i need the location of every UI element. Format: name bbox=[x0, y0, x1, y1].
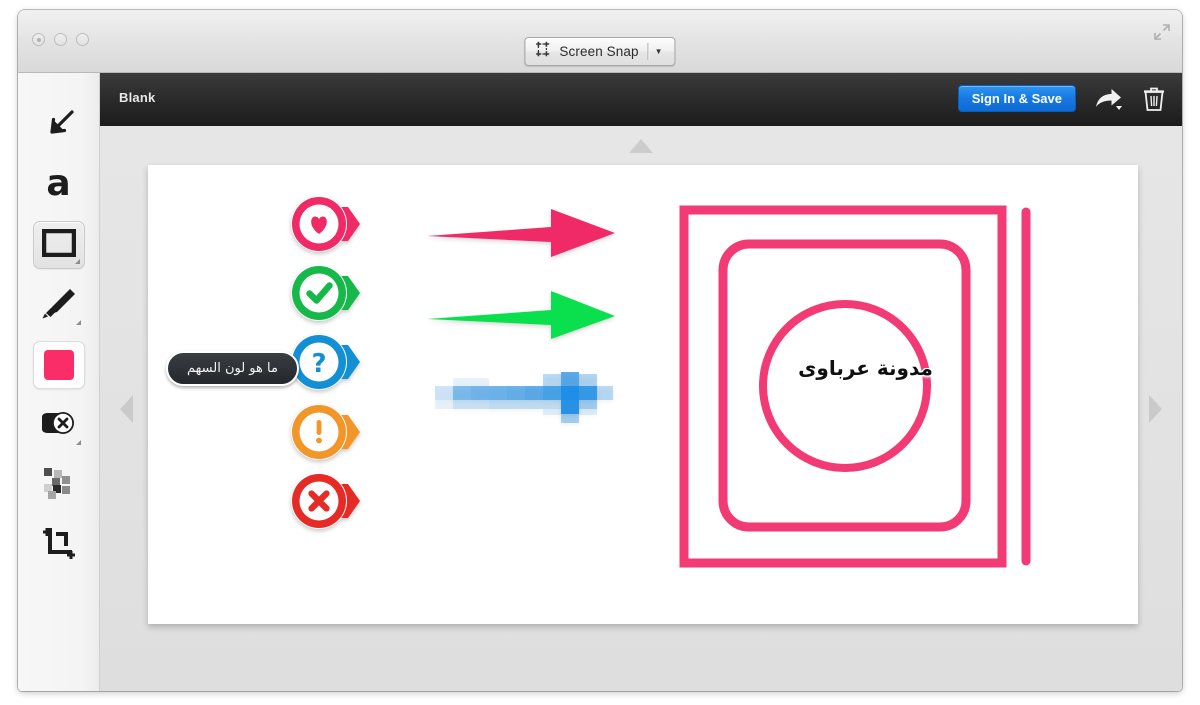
close-button[interactable] bbox=[32, 33, 45, 46]
sticker-error[interactable] bbox=[288, 470, 374, 532]
window-body: a Blank Sign In & Save ? ما هو لون السهم… bbox=[18, 73, 1182, 691]
arrow-cursor-icon bbox=[39, 103, 79, 148]
crop-tool[interactable] bbox=[33, 521, 85, 569]
trash-button[interactable] bbox=[1143, 86, 1165, 112]
minimize-button[interactable] bbox=[54, 33, 67, 46]
fullscreen-icon[interactable] bbox=[1153, 23, 1171, 41]
tool-options-indicator[interactable] bbox=[75, 320, 81, 325]
shape-arabic-label: مدونة عرباوى bbox=[798, 356, 933, 380]
sticker-question[interactable]: ? bbox=[288, 331, 374, 393]
arrow-color-tooltip[interactable]: ما هو لون السهم bbox=[166, 351, 299, 386]
mosaic-pixelate-icon bbox=[40, 464, 78, 507]
drawn-shape-group[interactable]: مدونة عرباوى bbox=[678, 204, 1053, 569]
sign-in-save-label: Sign In & Save bbox=[971, 91, 1062, 106]
chevron-down-icon[interactable]: ▼ bbox=[649, 47, 669, 56]
annotation-arrow-green[interactable] bbox=[425, 283, 617, 343]
zoom-button[interactable] bbox=[76, 33, 89, 46]
arrow-color-tooltip-text: ما هو لون السهم bbox=[187, 361, 278, 376]
window-titlebar: Screen Snap ▼ bbox=[18, 10, 1182, 73]
svg-text:?: ? bbox=[311, 349, 326, 379]
annotation-arrow-pink[interactable] bbox=[425, 203, 617, 263]
sticker-badge-icon bbox=[38, 408, 80, 443]
rectangle-shape-icon bbox=[41, 228, 76, 262]
shape-tool[interactable] bbox=[32, 221, 85, 269]
text-tool[interactable]: a bbox=[33, 161, 85, 209]
tool-options-indicator[interactable] bbox=[75, 440, 81, 445]
screen-snap-button[interactable]: Screen Snap ▼ bbox=[524, 37, 676, 66]
tool-options-indicator[interactable] bbox=[74, 259, 80, 264]
document-title: Blank bbox=[119, 90, 156, 105]
tool-rail: a bbox=[18, 73, 100, 691]
current-color-swatch[interactable] bbox=[43, 350, 74, 380]
editor-header: Blank Sign In & Save bbox=[100, 73, 1182, 126]
application-window: Screen Snap ▼ a Blank Sign In & Save ? م… bbox=[18, 10, 1182, 691]
nav-right-arrow[interactable] bbox=[1149, 395, 1162, 423]
crop-frame-icon bbox=[535, 41, 551, 62]
artboard[interactable]: ? ما هو لون السهم مدونة عرباوى bbox=[148, 165, 1138, 624]
text-tool-label: a bbox=[46, 162, 71, 204]
desktop-background: Screen Snap ▼ a Blank Sign In & Save ? م… bbox=[0, 0, 1200, 705]
crop-plus-icon bbox=[40, 524, 78, 567]
sticker-check[interactable] bbox=[288, 262, 374, 324]
marker-tool[interactable] bbox=[33, 281, 85, 329]
sticker-tool[interactable] bbox=[33, 401, 85, 449]
marker-pen-icon bbox=[39, 284, 79, 327]
nav-up-arrow[interactable] bbox=[629, 139, 653, 153]
arrow-tool[interactable] bbox=[33, 101, 85, 149]
screen-snap-label: Screen Snap bbox=[559, 44, 639, 59]
editor-panel: Blank Sign In & Save ? ما هو لون السهم م… bbox=[100, 73, 1182, 691]
sticker-warning[interactable] bbox=[288, 401, 374, 463]
color-tool[interactable] bbox=[32, 341, 85, 389]
share-button[interactable] bbox=[1094, 87, 1124, 111]
nav-left-arrow[interactable] bbox=[120, 395, 133, 423]
sign-in-save-button[interactable]: Sign In & Save bbox=[957, 85, 1076, 112]
window-controls bbox=[32, 33, 89, 46]
canvas-stage: ? ما هو لون السهم مدونة عرباوى bbox=[100, 126, 1182, 691]
sticker-heart[interactable] bbox=[288, 193, 374, 255]
pixelate-tool[interactable] bbox=[33, 461, 85, 509]
annotation-arrow-blue-pixelated[interactable] bbox=[425, 360, 625, 428]
